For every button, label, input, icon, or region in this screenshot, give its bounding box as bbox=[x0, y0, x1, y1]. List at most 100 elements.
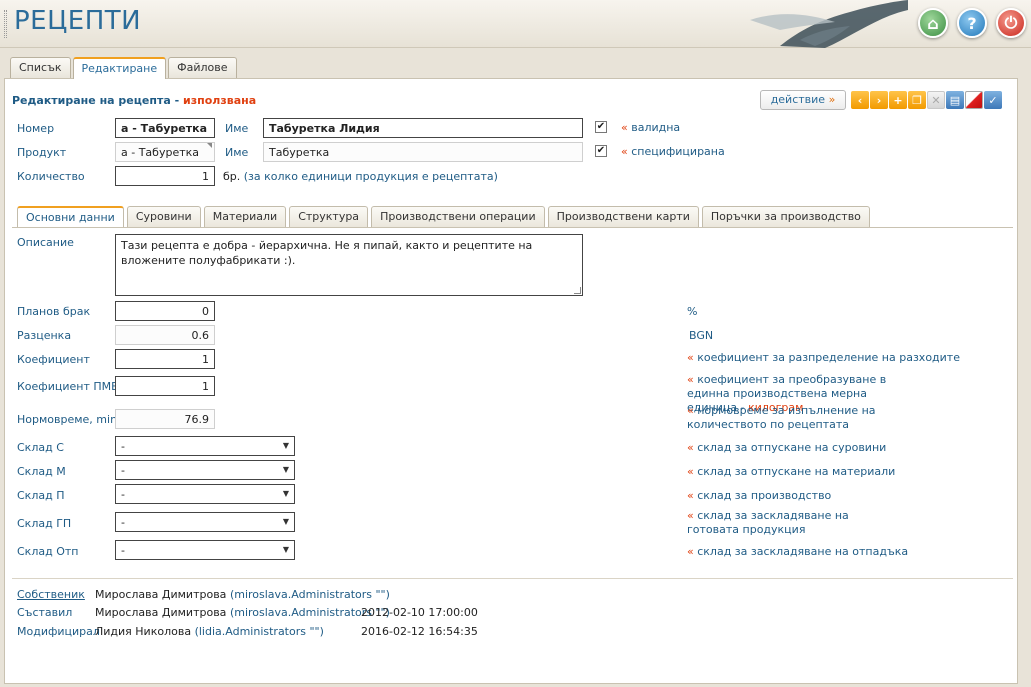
quantity-label: Количество bbox=[17, 170, 85, 183]
owner-link[interactable]: Собственик bbox=[17, 588, 85, 601]
warehouse-gp-label: Склад ГП bbox=[17, 517, 72, 530]
warehouse-p-select[interactable]: - ▼ bbox=[115, 484, 295, 504]
footer-divider bbox=[12, 578, 1013, 579]
coefficient-field[interactable]: 1 bbox=[115, 349, 215, 369]
warehouse-s-value: - bbox=[121, 440, 125, 453]
tab-materials[interactable]: Материали bbox=[203, 206, 287, 227]
tab-basic-data[interactable]: Основни данни bbox=[17, 206, 124, 227]
product-name-field[interactable]: Табуретка bbox=[263, 142, 583, 162]
app-title: РЕЦЕПТИ bbox=[14, 6, 142, 36]
add-icon[interactable]: + bbox=[889, 91, 907, 109]
record-toolbar: ‹ › + ❐ ✕ ▤ ✓ bbox=[851, 91, 1002, 109]
warehouse-otp-hint: « склад за заскладяване на отпадъка bbox=[687, 545, 908, 559]
warehouse-gp-hint-text: склад за заскладяване на готовата продук… bbox=[687, 509, 849, 536]
owner-value: Мирослава Димитрова (miroslava.Administr… bbox=[95, 588, 390, 601]
tab-structure[interactable]: Структура bbox=[289, 206, 369, 227]
modified-by-label: Модифицирал bbox=[17, 625, 100, 638]
planned-defect-unit: % bbox=[687, 305, 698, 318]
home-icon[interactable]: ⌂ bbox=[918, 8, 948, 38]
norm-time-hint: « нормовреме за изпълнение на количество… bbox=[687, 404, 877, 432]
save-icon[interactable]: ✓ bbox=[984, 91, 1002, 109]
valid-checkbox[interactable]: ✔ bbox=[595, 121, 607, 133]
close-icon[interactable]: ✕ bbox=[927, 91, 945, 109]
norm-time-hint-text: нормовреме за изпълнение на количеството… bbox=[687, 404, 876, 431]
power-icon[interactable]: ⏻ bbox=[996, 8, 1026, 38]
coefficient-label: Коефициент bbox=[17, 353, 90, 366]
warehouse-gp-select[interactable]: - ▼ bbox=[115, 512, 295, 532]
created-date: 2012-02-10 17:00:00 bbox=[361, 606, 478, 619]
tab-production-cards[interactable]: Производствени карти bbox=[547, 206, 699, 227]
dropdown-arrow-icon: ▼ bbox=[282, 465, 289, 474]
norm-time-label: Нормовреме, min bbox=[17, 413, 118, 426]
chevron-right-icon[interactable]: › bbox=[870, 91, 888, 109]
quantity-field[interactable]: 1 bbox=[115, 166, 215, 186]
tab-files[interactable]: Файлове bbox=[168, 57, 237, 78]
dropdown-arrow-icon: ▼ bbox=[282, 489, 289, 498]
number-field[interactable]: а - Табуретка bbox=[115, 118, 215, 138]
warehouse-otp-hint-text: склад за заскладяване на отпадъка bbox=[697, 545, 909, 558]
modified-by-name: Лидия Николова bbox=[95, 625, 192, 638]
quantity-hint: бр. (за колко единици продукция е рецепт… bbox=[223, 170, 498, 184]
warehouse-otp-select[interactable]: - ▼ bbox=[115, 540, 295, 560]
chevron-left-icon[interactable]: ‹ bbox=[851, 91, 869, 109]
status-badge: използвана bbox=[183, 94, 257, 107]
resize-handle-icon[interactable] bbox=[574, 287, 581, 294]
warehouse-p-hint: « склад за производство bbox=[687, 489, 831, 503]
warehouse-p-hint-text: склад за производство bbox=[697, 489, 832, 502]
tab-production-orders[interactable]: Поръчки за производство bbox=[701, 206, 870, 227]
cancel-icon[interactable] bbox=[965, 91, 983, 109]
warehouse-p-label: Склад П bbox=[17, 489, 65, 502]
tab-list[interactable]: Списък bbox=[10, 57, 71, 78]
norm-time-field[interactable]: 76.9 bbox=[115, 409, 215, 429]
quantity-unit: бр. bbox=[223, 170, 241, 183]
coefficient-hint: « коефициент за разпределение на разходи… bbox=[687, 351, 960, 365]
warehouse-m-value: - bbox=[121, 464, 125, 477]
specified-checkbox[interactable]: ✔ bbox=[595, 145, 607, 157]
planned-defect-field[interactable]: 0 bbox=[115, 301, 215, 321]
owner-account: (miroslava.Administrators "") bbox=[229, 588, 390, 601]
tab-raw-materials[interactable]: Суровини bbox=[126, 206, 201, 227]
warehouse-s-select[interactable]: - ▼ bbox=[115, 436, 295, 456]
warehouse-gp-hint: « склад за заскладяване на готовата прод… bbox=[687, 509, 887, 537]
quantity-hint-text: (за колко единици продукция е рецептата) bbox=[243, 170, 498, 183]
lookup-corner-icon bbox=[207, 143, 212, 148]
print-icon[interactable]: ▤ bbox=[946, 91, 964, 109]
dropdown-arrow-icon: ▼ bbox=[282, 545, 289, 554]
warehouse-otp-label: Склад Отп bbox=[17, 545, 79, 558]
drag-handle[interactable] bbox=[4, 10, 7, 38]
owner-name: Мирослава Димитрова bbox=[95, 588, 227, 601]
tab-production-operations[interactable]: Производствени операции bbox=[371, 206, 545, 227]
help-icon[interactable]: ? bbox=[957, 8, 987, 38]
quote-mark: « bbox=[687, 509, 694, 522]
created-by-value: Мирослава Димитрова (miroslava.Administr… bbox=[95, 606, 390, 619]
quote-mark: « bbox=[621, 121, 628, 134]
cost-label: Разценка bbox=[17, 329, 72, 342]
action-button-label: действие bbox=[770, 93, 826, 106]
tab-edit[interactable]: Редактиране bbox=[72, 57, 167, 79]
coefficient-pme-field[interactable]: 1 bbox=[115, 376, 215, 396]
description-textarea[interactable]: Тази рецепта е добра - йерархична. Не я … bbox=[115, 234, 583, 296]
dropdown-arrow-icon: ▼ bbox=[282, 441, 289, 450]
warehouse-m-hint: « склад за отпускане на материали bbox=[687, 465, 895, 479]
warehouse-s-hint-text: склад за отпускане на суровини bbox=[697, 441, 887, 454]
section-title-text: Редактиране на рецепта bbox=[12, 94, 171, 107]
quote-mark: « bbox=[687, 545, 694, 558]
copy-icon[interactable]: ❐ bbox=[908, 91, 926, 109]
name-field[interactable]: Табуретка Лидия bbox=[263, 118, 583, 138]
cost-field[interactable]: 0.6 bbox=[115, 325, 215, 345]
quote-mark: « bbox=[621, 145, 628, 158]
section-title-separator: - bbox=[174, 94, 180, 107]
section-title: Редактиране на рецепта - използвана bbox=[12, 94, 256, 107]
modified-by-value: Лидия Николова (lidia.Administrators "") bbox=[95, 625, 324, 638]
action-button[interactable]: действие » bbox=[760, 90, 846, 110]
inner-tabs: Основни данни Суровини Материали Структу… bbox=[17, 206, 870, 227]
quote-mark: « bbox=[687, 351, 694, 364]
cost-unit: BGN bbox=[689, 329, 714, 342]
dropdown-arrow-icon: ▼ bbox=[282, 517, 289, 526]
warehouse-m-select[interactable]: - ▼ bbox=[115, 460, 295, 480]
specified-text: специфицирана bbox=[631, 145, 725, 158]
number-label: Номер bbox=[17, 122, 55, 135]
warehouse-s-hint: « склад за отпускане на суровини bbox=[687, 441, 886, 455]
product-name-label: Име bbox=[225, 146, 249, 159]
product-field[interactable]: а - Табуретка bbox=[115, 142, 215, 162]
